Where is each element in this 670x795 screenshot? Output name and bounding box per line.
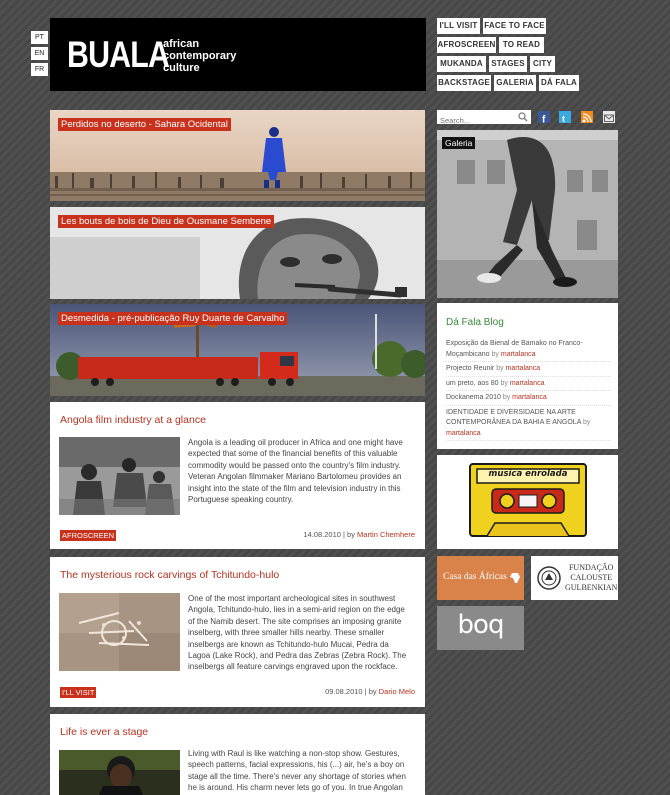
feature-banner-desmedida[interactable]: Desmedida - pré-publicação Ruy Duarte de… xyxy=(50,304,425,396)
nav-ill-visit[interactable]: I'LL VISIT xyxy=(437,18,480,34)
site-logo[interactable]: BUALA african contemporary culture xyxy=(50,18,426,91)
nav-mukanda[interactable]: MUKANDA xyxy=(437,56,486,72)
post-thumbnail[interactable] xyxy=(59,593,180,671)
lang-en[interactable]: EN xyxy=(31,47,48,60)
galeria-widget[interactable]: Galeria xyxy=(437,130,618,298)
blog-entry: um preto, aos 80 by martalanca xyxy=(446,379,611,391)
galeria-photo xyxy=(437,130,618,298)
logo-name: BUALA xyxy=(67,34,170,75)
blog-entry-link[interactable]: IDENTIDADE E DIVERSIDADE NA ARTE CONTEMP… xyxy=(446,409,581,427)
blog-author-link[interactable]: martalanca xyxy=(446,430,481,437)
galeria-label: Galeria xyxy=(442,137,476,149)
post-meta: 14.08.2010 | by Martin Chemhere xyxy=(303,530,415,539)
blog-entry: IDENTIDADE E DIVERSIDADE NA ARTE CONTEMP… xyxy=(446,408,611,441)
blog-widget: Dá Fala Blog Exposição da Bienal de Bama… xyxy=(437,303,618,449)
post-excerpt: Living with Raul is like watching a non-… xyxy=(188,749,406,793)
post-category-tag[interactable]: I'LL VISIT xyxy=(60,687,97,698)
blog-entry: Exposição da Bienal de Bamako no Franco-… xyxy=(446,339,611,362)
blog-entry: Dockanema 2010 by martalanca xyxy=(446,393,611,406)
twitter-icon[interactable]: t xyxy=(559,111,571,124)
logo-tagline: african contemporary culture xyxy=(163,38,237,74)
rss-icon[interactable] xyxy=(581,111,593,123)
blog-author-link[interactable]: martalanca xyxy=(501,351,536,358)
blog-entry-list: Exposição da Bienal de Bamako no Franco-… xyxy=(446,339,611,443)
boq-logo[interactable]: boq xyxy=(437,606,524,650)
feature-title[interactable]: Perdidos no deserto - Sahara Ocidental xyxy=(58,118,231,131)
feature-banner-sembene[interactable]: Les bouts de bois de Dieu de Ousmane Sem… xyxy=(50,207,425,299)
cassette-label: musica enrolada xyxy=(488,469,568,479)
feature-banner-desert[interactable]: Perdidos no deserto - Sahara Ocidental xyxy=(50,110,425,201)
blog-author-link[interactable]: martalanca xyxy=(512,394,547,401)
svg-text:t: t xyxy=(562,114,565,124)
blog-entry-link[interactable]: Projecto Reunir xyxy=(446,365,494,372)
musica-enrolada-banner[interactable]: musica enrolada xyxy=(437,455,618,549)
nav-galeria[interactable]: GALERIA xyxy=(494,75,536,91)
gulbenkian-emblem-icon xyxy=(537,566,561,590)
nav-afroscreen[interactable]: AFROSCREEN xyxy=(437,37,496,53)
casa-das-africas-logo[interactable]: Casa das Áfricas xyxy=(437,556,524,600)
post-title[interactable]: The mysterious rock carvings of Tchitund… xyxy=(60,569,279,581)
blog-entry-link[interactable]: Dockanema 2010 xyxy=(446,394,501,401)
nav-stages[interactable]: STAGES xyxy=(489,56,527,72)
post-excerpt: Angola is a leading oil producer in Afri… xyxy=(188,438,403,505)
feature-title[interactable]: Les bouts de bois de Dieu de Ousmane Sem… xyxy=(58,215,275,228)
nav-city[interactable]: CITY xyxy=(530,56,555,72)
gulbenkian-logo[interactable]: FUNDAÇÃO CALOUSTE GULBENKIAN xyxy=(531,556,618,600)
email-icon[interactable] xyxy=(603,111,615,123)
lang-pt[interactable]: PT xyxy=(31,31,48,44)
post-life-stage: Life is ever a stage Living with Raul is… xyxy=(50,714,425,795)
post-title[interactable]: Angola film industry at a glance xyxy=(60,414,206,426)
post-author-link[interactable]: Martin Chemhere xyxy=(357,530,415,539)
blog-title[interactable]: Dá Fala Blog xyxy=(446,317,504,328)
post-thumbnail[interactable] xyxy=(59,750,180,795)
nav-da-fala[interactable]: DÁ FALA xyxy=(539,75,579,91)
post-category-tag[interactable]: AFROSCREEN xyxy=(60,530,117,541)
post-rock-carvings: The mysterious rock carvings of Tchitund… xyxy=(50,557,425,707)
blog-author-link[interactable]: martalanca xyxy=(510,380,545,387)
search-box[interactable] xyxy=(437,110,531,128)
search-input[interactable] xyxy=(437,113,517,128)
search-icon[interactable] xyxy=(518,112,528,122)
feature-title[interactable]: Desmedida - pré-publicação Ruy Duarte de… xyxy=(58,312,288,325)
svg-text:f: f xyxy=(542,115,546,125)
facebook-icon[interactable]: f xyxy=(538,111,550,126)
blog-author-link[interactable]: martalanca xyxy=(506,365,541,372)
post-thumbnail[interactable] xyxy=(59,437,180,515)
post-author-link[interactable]: Dario Melo xyxy=(379,687,415,696)
gulbenkian-text: FUNDAÇÃO CALOUSTE GULBENKIAN xyxy=(565,563,618,592)
nav-face-to-face[interactable]: FACE TO FACE xyxy=(483,18,546,34)
nav-backstage[interactable]: BACKSTAGE xyxy=(437,75,491,91)
nav-to-read[interactable]: TO READ xyxy=(499,37,544,53)
rock-carving-photo xyxy=(59,593,180,671)
lang-fr[interactable]: FR xyxy=(31,63,48,76)
post-title[interactable]: Life is ever a stage xyxy=(60,726,148,738)
blog-entry: Projecto Reunir by martalanca xyxy=(446,364,611,377)
portrait-photo xyxy=(59,750,180,795)
film-photo xyxy=(59,437,180,515)
post-angola-film: Angola film industry at a glance Angola … xyxy=(50,402,425,549)
post-excerpt: One of the most important archeological … xyxy=(188,594,407,672)
africa-map-icon xyxy=(510,573,520,583)
blog-entry-link[interactable]: um preto, aos 80 xyxy=(446,380,499,387)
post-meta: 09.08.2010 | by Dario Melo xyxy=(325,687,415,696)
